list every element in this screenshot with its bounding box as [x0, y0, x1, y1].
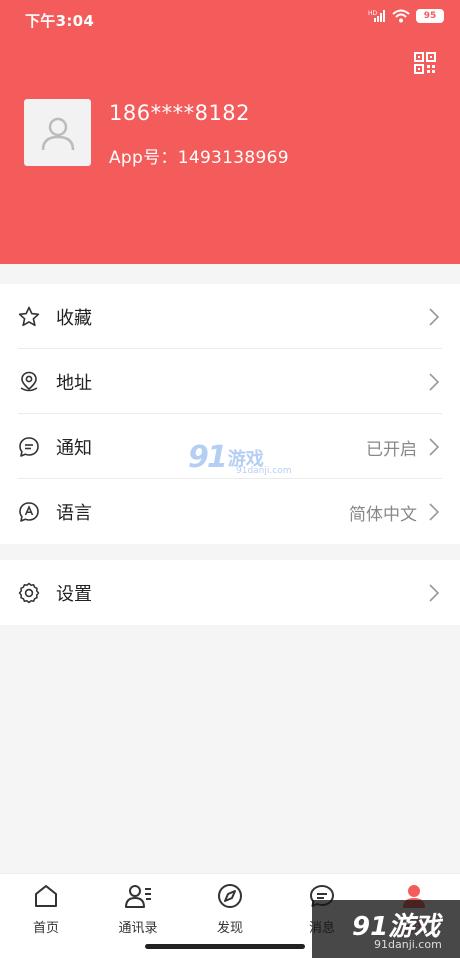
status-icons: HD 95 [368, 9, 444, 23]
watermark-badge: 91游戏 91danji.com [312, 900, 460, 958]
home-icon [35, 885, 57, 907]
tab-discover[interactable]: 发现 [184, 874, 276, 944]
tab-home[interactable]: 首页 [0, 874, 92, 944]
menu-item-label: 地址 [56, 373, 92, 394]
menu-item-address[interactable]: 地址 [0, 349, 460, 414]
watermark-logo: 91 游戏 91danji.com [188, 440, 291, 476]
chevron-right-icon [429, 584, 440, 602]
language-icon [19, 502, 39, 522]
menu-card: 收藏 地址 通知 已开启 语言 简体中文 [0, 284, 460, 544]
chevron-right-icon [429, 438, 440, 456]
battery-icon: 95 [416, 9, 444, 23]
watermark-site: 91danji.com [236, 466, 292, 476]
status-time: 下午3:04 [25, 12, 95, 30]
battery-level: 95 [423, 11, 437, 21]
tab-label: 首页 [32, 921, 59, 936]
watermark-badge-site: 91danji.com [374, 938, 442, 951]
chevron-right-icon [429, 503, 440, 521]
menu-item-settings[interactable]: 设置 [0, 560, 460, 625]
menu-item-label: 设置 [56, 584, 92, 605]
chevron-right-icon [429, 308, 440, 326]
avatar[interactable] [24, 99, 91, 166]
profile-app-id: App号：1493138969 [109, 148, 289, 168]
settings-card: 设置 [0, 560, 460, 625]
tab-contacts[interactable]: 通讯录 [92, 874, 184, 944]
wifi-icon [392, 9, 410, 23]
tab-label: 通讯录 [118, 921, 158, 936]
menu-item-value: 简体中文 [349, 505, 417, 525]
star-icon [18, 306, 40, 327]
home-indicator [145, 944, 305, 949]
status-bar: 下午3:04 HD 95 [0, 0, 460, 40]
profile-phone: 186****8182 [109, 101, 251, 125]
menu-item-favorites[interactable]: 收藏 [0, 284, 460, 349]
svg-text:HD: HD [368, 10, 378, 17]
user-placeholder-icon [41, 117, 74, 150]
signal-icon: HD [368, 10, 385, 22]
compass-icon [218, 884, 242, 908]
profile-header: 下午3:04 HD 95 186****8182 App号：1493138969 [0, 0, 460, 264]
watermark-logo-number: 91 [188, 440, 228, 475]
location-pin-icon [20, 371, 38, 392]
menu-item-language[interactable]: 语言 简体中文 [0, 479, 460, 544]
gear-icon [18, 582, 40, 604]
chevron-right-icon [429, 373, 440, 391]
menu-item-label: 语言 [56, 503, 92, 524]
menu-item-label: 通知 [56, 438, 92, 459]
tab-label: 发现 [216, 921, 243, 936]
qr-code-icon[interactable] [414, 52, 436, 74]
menu-item-value: 已开启 [366, 440, 417, 460]
chat-bubble-icon [19, 437, 39, 457]
menu-item-label: 收藏 [56, 308, 92, 329]
contacts-icon [125, 885, 151, 908]
